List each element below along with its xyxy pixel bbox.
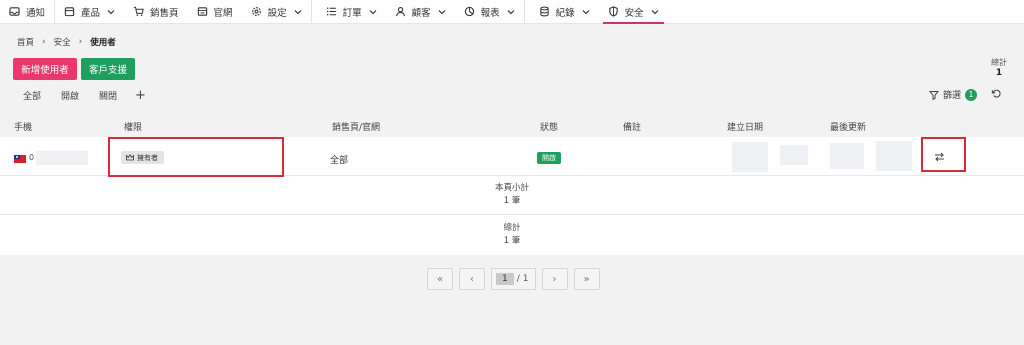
breadcrumb-security[interactable]: 安全 — [54, 36, 71, 48]
nav-website[interactable]: 官網 — [188, 0, 242, 23]
cart-icon — [133, 6, 144, 16]
top-nav: 通知 產品 銷售頁 官網 設定 訂單 顧客 報表 紀錄 安全 — [0, 0, 1024, 24]
column-header-created[interactable]: 建立日期 — [727, 120, 763, 133]
column-header-channel[interactable]: 銷售頁/官網 — [332, 120, 380, 133]
column-header-note[interactable]: 備註 — [623, 120, 641, 133]
chevron-down-icon — [369, 9, 377, 14]
nav-label: 通知 — [26, 7, 46, 19]
transfer-highlight-box — [921, 137, 966, 172]
refresh-icon — [991, 89, 1001, 98]
nav-label: 銷售頁 — [150, 7, 179, 19]
chevron-right-icon: › — [42, 37, 46, 47]
total-label: 總計 — [991, 58, 1007, 67]
column-header-updated[interactable]: 最後更新 — [830, 120, 866, 133]
page-separator: / — [516, 274, 520, 284]
chevron-down-icon — [107, 9, 115, 14]
channel-value: 全部 — [330, 156, 349, 166]
nav-label: 顧客 — [411, 7, 431, 19]
tab-all[interactable]: 全部 — [13, 88, 51, 102]
table-row[interactable]: 0 擁有者 全部 開啟 — [0, 137, 1024, 177]
add-tab-button[interactable]: + — [127, 88, 154, 103]
filter-label: 篩選 — [943, 91, 962, 101]
nav-label: 安全 — [624, 7, 644, 19]
redacted-phone — [36, 151, 88, 165]
phone-value: 0 — [29, 153, 35, 162]
gear-icon — [251, 7, 261, 16]
add-user-button[interactable]: 新增使用者 — [13, 58, 77, 80]
nav-products[interactable]: 產品 — [55, 0, 124, 23]
users-table: 0 擁有者 全部 開啟 本頁小計 1 筆 總計 1 筆 — [0, 137, 1024, 255]
filter-icon — [929, 90, 939, 100]
nav-settings[interactable]: 設定 — [242, 0, 311, 23]
status-badge: 開啟 — [537, 152, 561, 164]
status-tabs: 全部 開啟 關閉 + — [13, 88, 154, 103]
current-page[interactable]: 1 — [496, 273, 514, 285]
grand-total-value: 1 筆 — [503, 236, 521, 246]
nav-label: 報表 — [480, 7, 500, 19]
nav-reports[interactable]: 報表 — [455, 0, 524, 23]
monitor-icon — [197, 7, 207, 16]
table-header: 手機 權限 銷售頁/官網 狀態 備註 建立日期 最後更新 — [0, 118, 1024, 134]
box-icon — [64, 7, 75, 17]
pie-chart-icon — [464, 6, 474, 17]
chevron-down-icon — [507, 9, 515, 14]
chevron-down-icon — [294, 9, 302, 14]
tab-closed[interactable]: 關閉 — [89, 88, 127, 102]
redacted-updated-date — [876, 141, 912, 171]
chevron-right-icon: › — [78, 37, 83, 47]
taiwan-flag-icon — [14, 155, 26, 163]
last-page-button[interactable]: » — [573, 268, 600, 290]
redacted-updated-date — [830, 143, 864, 169]
user-icon — [395, 7, 405, 17]
subtotal-label: 本頁小計 — [494, 183, 529, 193]
total-count: 總計 1 — [991, 57, 1007, 79]
subtotal-value: 1 筆 — [503, 196, 521, 206]
page-subtotal-row: 本頁小計 1 筆 — [0, 176, 1024, 215]
breadcrumb: 首頁 › 安全 › 使用者 — [17, 36, 116, 48]
nav-logs[interactable]: 紀錄 — [525, 0, 599, 23]
filter-count-badge: 1 — [965, 88, 978, 101]
nav-label: 訂單 — [342, 7, 362, 19]
total-value: 1 — [995, 68, 1003, 78]
inbox-icon — [9, 7, 20, 16]
grand-total-row: 總計 1 筆 — [0, 215, 1024, 255]
list-icon — [326, 7, 336, 16]
page-input[interactable]: 1 / 1 — [491, 268, 536, 290]
customer-support-button[interactable]: 客戶支援 — [81, 58, 135, 80]
database-icon — [539, 6, 549, 17]
redacted-created-date — [732, 142, 768, 172]
filter-button[interactable]: 篩選 1 — [929, 88, 978, 101]
nav-customers[interactable]: 顧客 — [386, 0, 455, 23]
nav-notifications[interactable]: 通知 — [0, 0, 54, 23]
pagination: « ‹ 1 / 1 › » — [427, 268, 600, 290]
shield-icon — [608, 6, 618, 17]
refresh-button[interactable] — [991, 88, 1002, 102]
first-page-button[interactable]: « — [427, 268, 453, 290]
tab-open[interactable]: 開啟 — [51, 88, 89, 102]
nav-sales-page[interactable]: 銷售頁 — [124, 0, 188, 23]
column-header-permission[interactable]: 權限 — [124, 120, 142, 133]
chevron-down-icon — [582, 9, 590, 14]
next-page-button[interactable]: › — [541, 268, 568, 290]
column-header-phone[interactable]: 手機 — [14, 120, 32, 133]
column-header-status[interactable]: 狀態 — [540, 120, 558, 133]
nav-label: 官網 — [213, 7, 233, 19]
nav-label: 設定 — [267, 7, 287, 19]
breadcrumb-home[interactable]: 首頁 — [17, 36, 34, 48]
grand-total-label: 總計 — [503, 223, 521, 233]
nav-label: 產品 — [81, 7, 101, 19]
chevron-down-icon — [651, 9, 659, 14]
permission-highlight-box — [108, 137, 284, 177]
redacted-created-date — [780, 145, 808, 165]
prev-page-button[interactable]: ‹ — [459, 268, 485, 290]
nav-orders[interactable]: 訂單 — [312, 0, 386, 23]
chevron-down-icon — [438, 9, 446, 14]
nav-security[interactable]: 安全 — [599, 0, 668, 24]
total-pages: 1 — [522, 274, 529, 284]
breadcrumb-users: 使用者 — [90, 38, 116, 48]
nav-label: 紀錄 — [555, 7, 575, 19]
